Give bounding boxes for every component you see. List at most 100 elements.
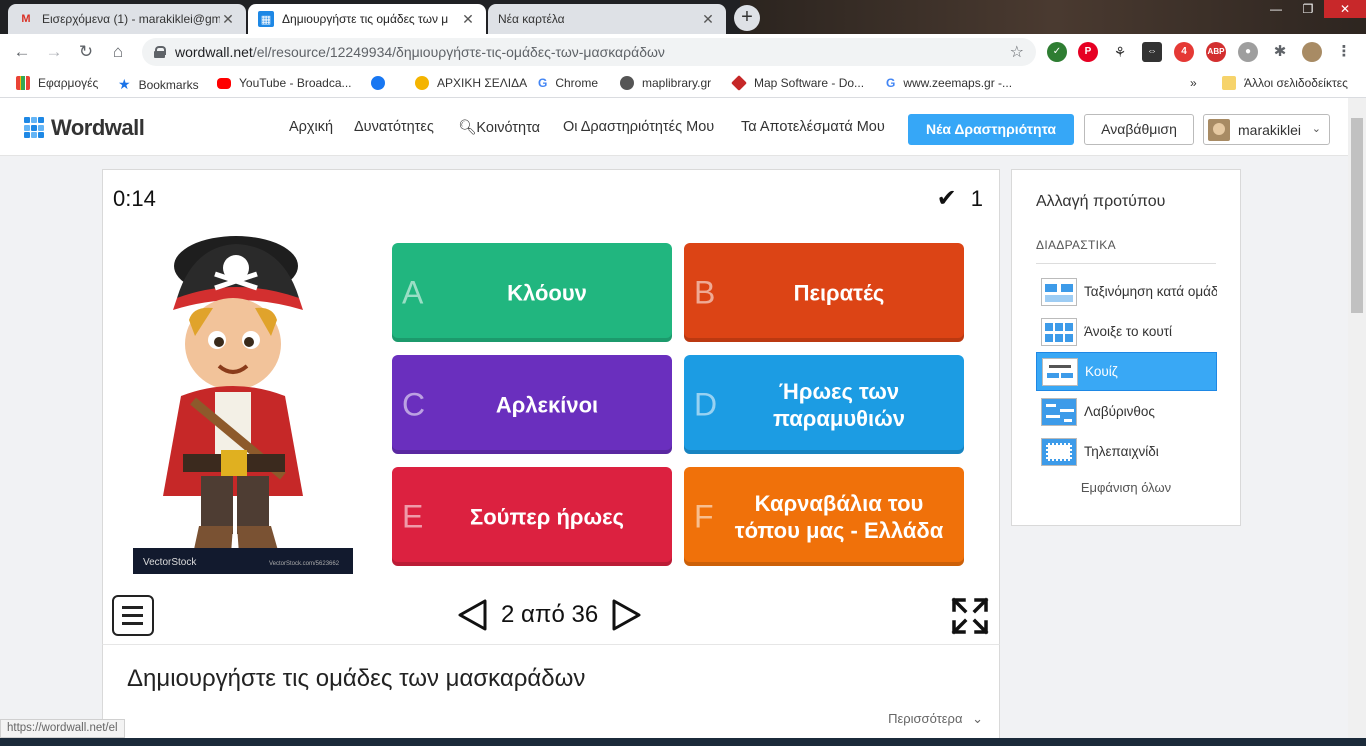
scrollbar-thumb[interactable] xyxy=(1351,118,1363,313)
folder-icon xyxy=(1222,76,1236,90)
bookmark-chrome[interactable]: G Chrome xyxy=(538,76,598,90)
lock-icon xyxy=(154,46,166,58)
page-scrollbar[interactable] xyxy=(1348,98,1366,746)
checkmark-icon: ✔ xyxy=(936,185,957,212)
answer-f[interactable]: F Καρναβάλια του τόπου μας - Ελλάδα xyxy=(684,467,964,566)
window-controls: — ❐ ✕ xyxy=(1260,0,1366,18)
url-field[interactable]: wordwall.net/el/resource/12249934/δημιου… xyxy=(142,38,1036,66)
bookmark-other[interactable]: Άλλοι σελιδοδείκτες xyxy=(1222,76,1348,90)
puzzle-icon[interactable]: ✱ xyxy=(1270,42,1290,62)
tab-title: Δημιουργήστε τις ομάδες των μ xyxy=(282,12,449,26)
hamburger-menu-icon[interactable] xyxy=(112,595,154,636)
answer-a[interactable]: A Κλόουν xyxy=(392,243,672,342)
bookmark-facebook[interactable] xyxy=(371,76,393,90)
template-open-the-box[interactable]: Άνοιξε το κουτί xyxy=(1036,312,1217,351)
new-tab-button[interactable]: + xyxy=(734,5,760,31)
bookmark-youtube[interactable]: YouTube - Broadca... xyxy=(217,76,352,90)
minimize-icon[interactable]: — xyxy=(1260,0,1292,18)
upgrade-button[interactable]: Αναβάθμιση xyxy=(1084,114,1194,145)
gmail-icon: M xyxy=(21,13,31,25)
maze-icon xyxy=(1041,397,1077,426)
bookmark-zeemaps[interactable]: G www.zeemaps.gr -... xyxy=(886,76,1012,90)
answer-letter: D xyxy=(694,386,718,422)
close-icon[interactable]: ✕ xyxy=(700,11,716,28)
reload-icon[interactable]: ↻ xyxy=(70,36,102,68)
template-maze-chase[interactable]: Λαβύρινθος xyxy=(1036,392,1217,431)
nav-features[interactable]: Δυνατότητες xyxy=(354,119,434,135)
apps-grid-icon xyxy=(16,76,30,90)
template-gameshow-quiz[interactable]: Τηλεπαιχνίδι xyxy=(1036,432,1217,471)
previous-arrow-icon[interactable] xyxy=(455,598,489,632)
next-arrow-icon[interactable] xyxy=(610,598,644,632)
more-label: Περισσότερα xyxy=(888,711,963,726)
address-toolbar: ← → ↻ ⌂ wordwall.net/el/resource/1224993… xyxy=(0,34,1366,70)
close-icon[interactable]: ✕ xyxy=(460,11,476,28)
pirate-image: VectorStock VectorStock.com/5623662 xyxy=(133,236,353,574)
divider xyxy=(1036,263,1216,264)
template-label: Κουίζ xyxy=(1085,364,1118,379)
pinterest-icon[interactable]: P xyxy=(1078,42,1098,62)
bookmark-bookmarks[interactable]: ★ Bookmarks xyxy=(118,76,199,93)
answer-label: Σούπερ ήρωες xyxy=(470,504,624,529)
tab-wordwall[interactable]: ▦ Δημιουργήστε τις ομάδες των μ ✕ xyxy=(248,4,486,34)
panel-heading: Αλλαγή προτύπου xyxy=(1036,193,1166,210)
bookmark-label: ΑΡΧΙΚΗ ΣΕΛΙΔΑ xyxy=(437,76,528,90)
youtube-icon xyxy=(217,77,231,89)
restore-icon[interactable]: ❐ xyxy=(1292,0,1324,18)
close-window-icon[interactable]: ✕ xyxy=(1324,0,1366,18)
bookmark-label: Chrome xyxy=(555,76,599,90)
avatar xyxy=(1208,118,1230,141)
close-icon[interactable]: ✕ xyxy=(220,11,236,28)
answer-e[interactable]: E Σούπερ ήρωες xyxy=(392,467,672,566)
vectorstock-watermark: VectorStock xyxy=(143,557,197,568)
new-activity-button[interactable]: Νέα Δραστηριότητα xyxy=(908,114,1074,145)
tab-gmail[interactable]: M Εισερχόμενα (1) - marakiklei@gm ✕ xyxy=(8,4,246,34)
template-label: Τηλεπαιχνίδι xyxy=(1084,444,1159,459)
wordwall-logo[interactable]: Wordwall xyxy=(24,115,145,141)
switch-template-panel: Αλλαγή προτύπου ΔΙΑΔΡΑΣΤΙΚΑ Ταξινόμηση κ… xyxy=(1011,169,1241,526)
back-icon[interactable]: ← xyxy=(6,36,38,68)
tab-new-tab[interactable]: Νέα καρτέλα ✕ xyxy=(488,4,726,34)
group-sort-icon xyxy=(1041,277,1077,306)
browser-tab-strip: M Εισερχόμενα (1) - marakiklei@gm ✕ ▦ Δη… xyxy=(0,0,1366,34)
extension-icon[interactable]: ● xyxy=(1238,42,1258,62)
answer-letter: F xyxy=(694,498,714,534)
nav-community[interactable]: 🔍︎Κοινότητα xyxy=(458,119,540,136)
answer-label: Καρναβάλια του τόπου μας - Ελλάδα xyxy=(734,490,944,543)
bookmark-star-icon[interactable]: ☆ xyxy=(1010,42,1024,62)
nav-home[interactable]: Αρχική xyxy=(289,119,333,135)
extension-badge-icon[interactable]: 4 xyxy=(1174,42,1194,62)
answer-d[interactable]: D Ήρωες των παραμυθιών xyxy=(684,355,964,454)
nav-my-activities[interactable]: Οι Δραστηριότητές Μου xyxy=(563,119,714,135)
extension-icon[interactable]: ⚘ xyxy=(1110,42,1130,62)
forward-icon[interactable]: → xyxy=(38,36,70,68)
answer-letter: E xyxy=(402,498,424,534)
bookmarks-overflow-icon[interactable]: » xyxy=(1190,76,1197,90)
quiz-icon xyxy=(1042,357,1078,386)
nav-my-results[interactable]: Τα Αποτελέσματά Μου xyxy=(741,119,885,135)
template-quiz[interactable]: Κουίζ xyxy=(1036,352,1217,391)
template-group-sort[interactable]: Ταξινόμηση κατά ομάδα xyxy=(1036,272,1217,311)
logo-text: Wordwall xyxy=(51,115,145,140)
bookmark-map-software[interactable]: Map Software - Do... xyxy=(731,75,864,91)
shield-extension-icon[interactable]: ✓ xyxy=(1047,42,1067,62)
adblock-icon[interactable]: ABP xyxy=(1206,42,1226,62)
more-toggle[interactable]: Περισσότερα ⌄ xyxy=(888,711,983,727)
fullscreen-icon[interactable] xyxy=(951,597,989,635)
bookmark-maplibrary[interactable]: maplibrary.gr xyxy=(620,76,711,90)
profile-avatar[interactable] xyxy=(1302,42,1322,62)
home-icon[interactable]: ⌂ xyxy=(102,36,134,68)
tab-title: Νέα καρτέλα xyxy=(498,12,565,26)
extension-icon[interactable]: ⇔ xyxy=(1142,42,1162,62)
star-icon: ★ xyxy=(118,76,131,92)
menu-dots-icon[interactable]: ⋮ xyxy=(1334,42,1354,62)
timer: 0:14 xyxy=(113,186,156,211)
bookmark-home-page[interactable]: ΑΡΧΙΚΗ ΣΕΛΙΔΑ xyxy=(415,76,527,90)
globe-icon xyxy=(620,76,634,90)
answer-b[interactable]: B Πειρατές xyxy=(684,243,964,342)
show-all-link[interactable]: Εμφάνιση όλων xyxy=(1012,480,1240,495)
bookmark-apps[interactable]: Εφαρμογές xyxy=(16,76,98,90)
answer-c[interactable]: C Αρλεκίνοι xyxy=(392,355,672,454)
section-label: ΔΙΑΔΡΑΣΤΙΚΑ xyxy=(1036,238,1116,252)
user-menu[interactable]: marakiklei ⌄ xyxy=(1203,114,1330,145)
